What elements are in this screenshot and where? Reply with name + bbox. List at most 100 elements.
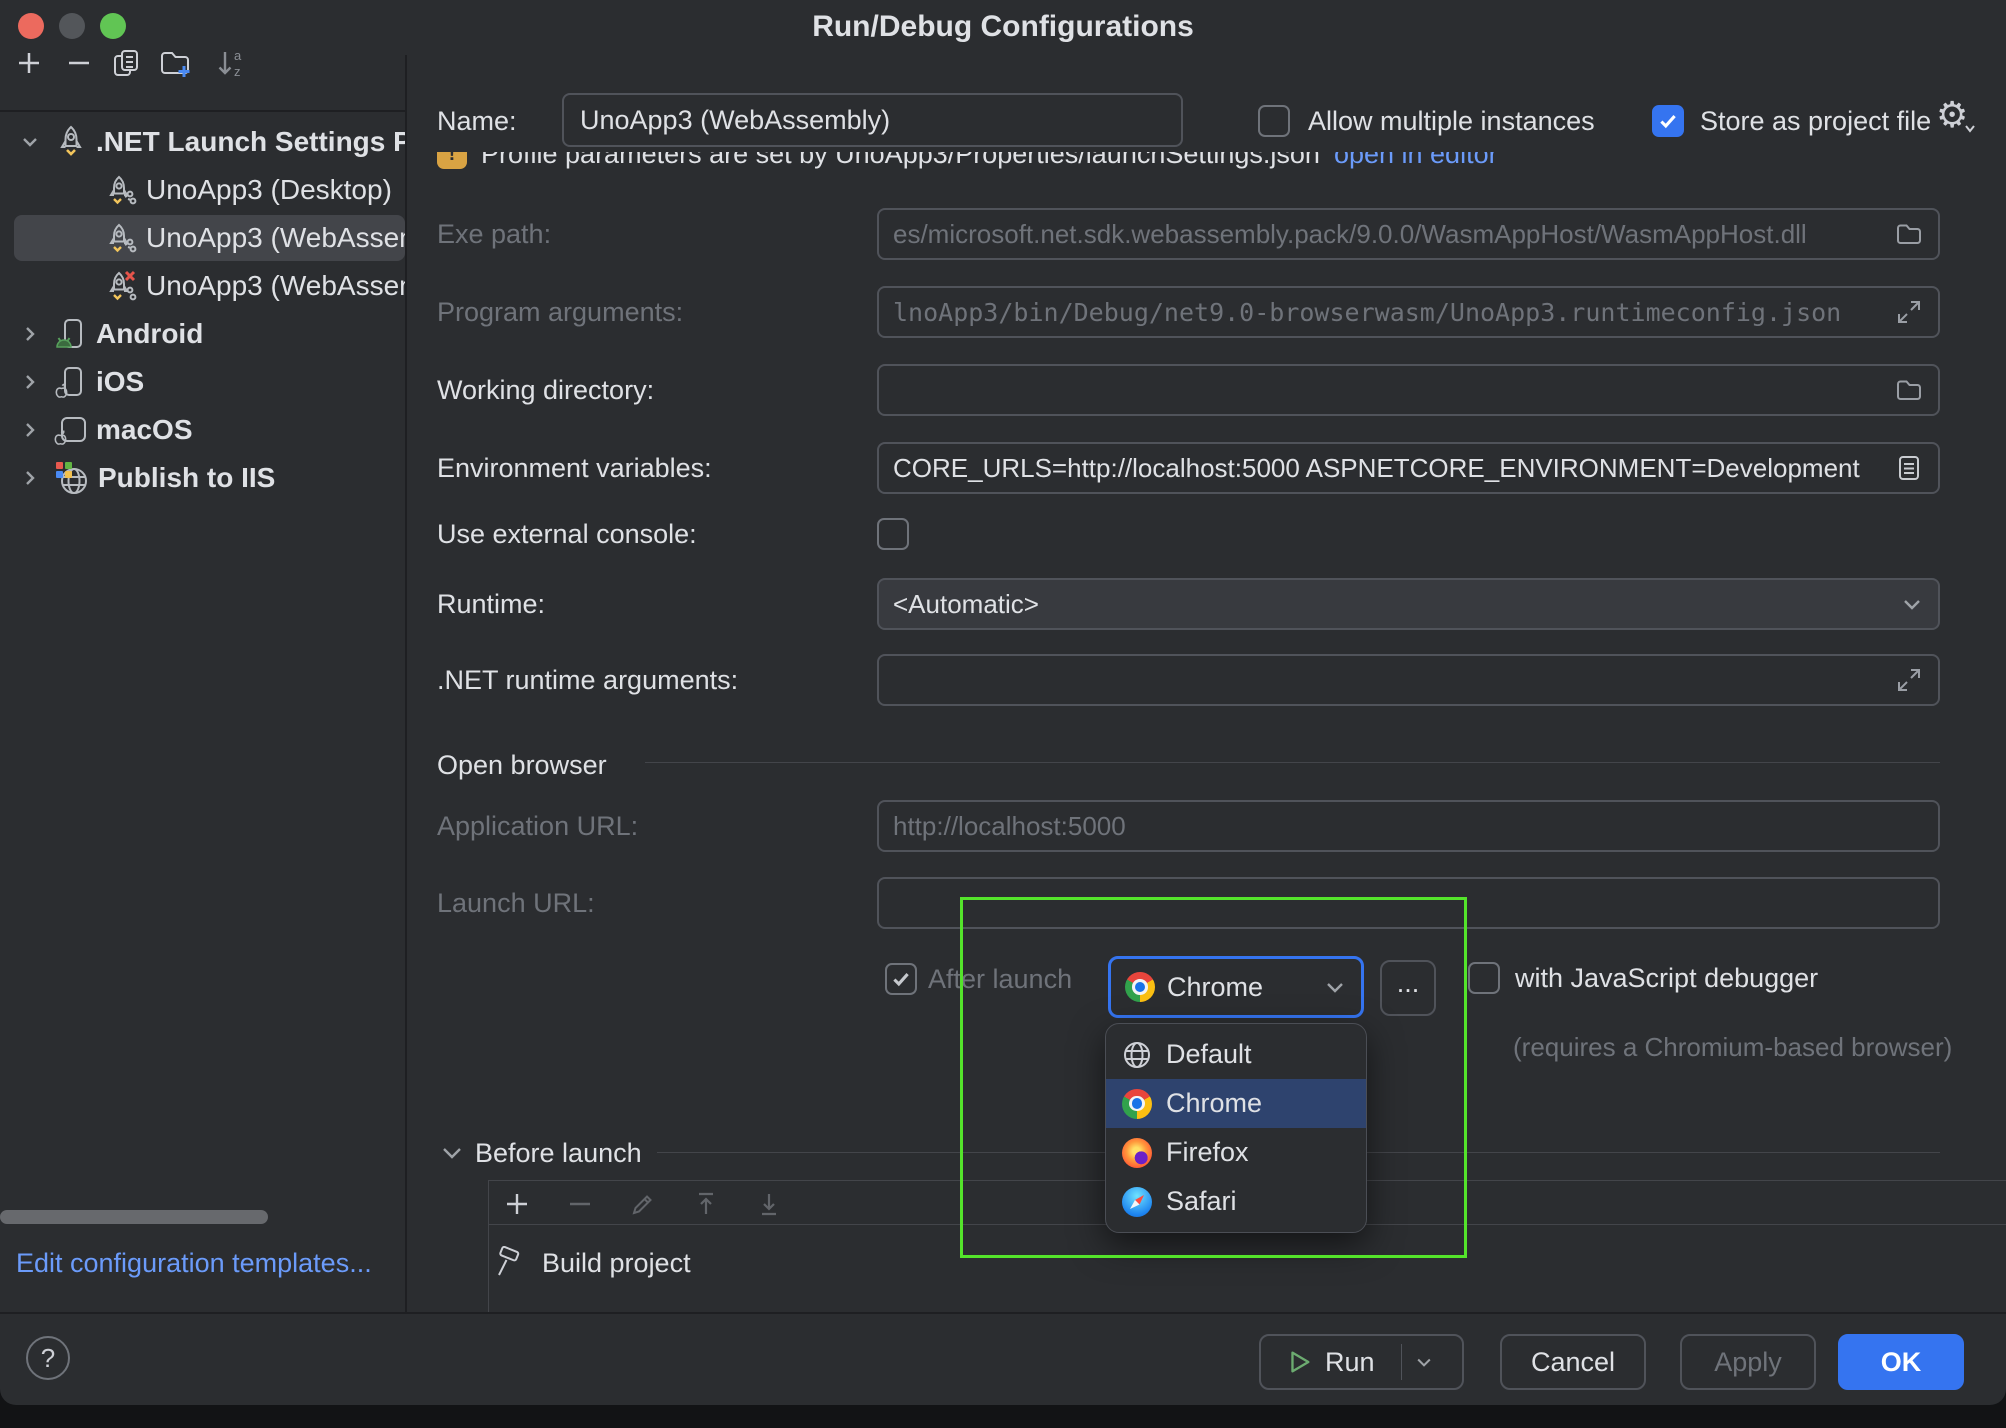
- environment-variables-value: CORE_URLS=http://localhost:5000 ASPNETCO…: [893, 453, 1884, 484]
- sort-configurations-button[interactable]: az: [214, 46, 248, 80]
- tree-item-label: .NET Launch Settings Profiles: [96, 126, 405, 158]
- tree-item-label: UnoApp3 (Desktop): [146, 174, 392, 206]
- ok-button-label: OK: [1881, 1347, 1922, 1378]
- net-runtime-arguments-label: .NET runtime arguments:: [437, 663, 738, 697]
- chevron-right-icon: [20, 324, 40, 344]
- program-arguments-label: Program arguments:: [437, 295, 683, 329]
- sidebar-item-unoapp3-webassembly-invalid[interactable]: UnoApp3 (WebAssembly): [0, 262, 405, 310]
- net-runtime-arguments-field[interactable]: [877, 654, 1940, 706]
- edit-task-button[interactable]: [626, 1187, 660, 1221]
- remove-configuration-button[interactable]: [62, 46, 96, 80]
- launch-settings-warning-banner: ! Profile parameters are set by UnoApp3/…: [437, 152, 1567, 185]
- run-button-label: Run: [1325, 1347, 1375, 1378]
- tree-item-label: Android: [96, 318, 203, 350]
- use-external-console-checkbox[interactable]: [877, 518, 909, 550]
- add-configuration-button[interactable]: [12, 46, 46, 80]
- program-arguments-field: lnoApp3/bin/Debug/net9.0-browserwasm/Uno…: [877, 286, 1940, 338]
- launch-url-label: Launch URL:: [437, 886, 595, 920]
- sidebar-divider: [405, 55, 407, 1312]
- cancel-button[interactable]: Cancel: [1500, 1334, 1646, 1390]
- chevron-down-icon: [20, 132, 40, 152]
- apply-button[interactable]: Apply: [1680, 1334, 1816, 1390]
- macos-icon: [54, 413, 88, 447]
- ok-button[interactable]: OK: [1838, 1334, 1964, 1390]
- expand-icon[interactable]: [1894, 665, 1924, 695]
- remove-task-button[interactable]: [563, 1187, 597, 1221]
- move-down-icon: [754, 1189, 784, 1219]
- list-icon[interactable]: [1894, 453, 1924, 483]
- sidebar-item-android[interactable]: Android: [0, 310, 405, 358]
- warning-icon: !: [437, 152, 467, 169]
- use-external-console-label: Use external console:: [437, 517, 697, 551]
- sidebar-toolbar-divider: [0, 110, 405, 112]
- copy-configuration-button[interactable]: [110, 46, 144, 80]
- tree-item-label: macOS: [96, 414, 193, 446]
- run-config-error-rocket-icon: [104, 269, 138, 303]
- working-directory-field[interactable]: [877, 364, 1940, 416]
- allow-multiple-instances-label: Allow multiple instances: [1308, 104, 1595, 138]
- play-icon: [1285, 1348, 1313, 1376]
- runtime-value: <Automatic>: [893, 589, 1890, 620]
- svg-text:z: z: [234, 64, 241, 79]
- store-settings-gear-button[interactable]: ⚙: [1936, 98, 1968, 134]
- help-button[interactable]: ?: [26, 1336, 70, 1380]
- exe-path-label: Exe path:: [437, 217, 551, 251]
- sidebar-item-publish-to-iis[interactable]: Publish to IIS: [0, 454, 405, 502]
- after-launch-checkbox[interactable]: [885, 963, 917, 995]
- add-icon: [502, 1189, 532, 1219]
- ios-icon: [54, 365, 88, 399]
- sidebar-item-unoapp3-webassembly[interactable]: UnoApp3 (WebAssembly): [0, 214, 405, 262]
- chevron-right-icon: [20, 372, 40, 392]
- program-arguments-value: lnoApp3/bin/Debug/net9.0-browserwasm/Uno…: [893, 298, 1884, 327]
- with-js-debugger-checkbox[interactable]: [1468, 962, 1500, 994]
- folder-icon[interactable]: [1894, 375, 1924, 405]
- name-input[interactable]: [562, 93, 1183, 147]
- expand-icon[interactable]: [1894, 297, 1924, 327]
- exe-path-value: es/microsoft.net.sdk.webassembly.pack/9.…: [893, 219, 1884, 250]
- move-task-up-button[interactable]: [689, 1187, 723, 1221]
- application-url-label: Application URL:: [437, 809, 638, 843]
- task-label: Build project: [542, 1246, 691, 1280]
- chevron-right-icon: [20, 420, 40, 440]
- before-launch-task-row[interactable]: Build project: [492, 1246, 691, 1280]
- run-split-button[interactable]: Run: [1259, 1334, 1464, 1390]
- sidebar-item-macos[interactable]: macOS: [0, 406, 405, 454]
- add-task-button[interactable]: [500, 1187, 534, 1221]
- sidebar-item-net-launch-settings[interactable]: .NET Launch Settings Profiles: [0, 118, 405, 166]
- allow-multiple-instances-checkbox[interactable]: [1258, 105, 1290, 137]
- chevron-down-icon: [1964, 124, 1976, 134]
- application-url-value: http://localhost:5000: [893, 811, 1924, 842]
- edit-configuration-templates-link[interactable]: Edit configuration templates...: [16, 1248, 372, 1279]
- run-button-divider: [1401, 1344, 1402, 1380]
- open-in-editor-link[interactable]: open in editor: [1334, 152, 1498, 170]
- check-icon: [1657, 110, 1679, 132]
- iis-globe-icon: [54, 460, 90, 496]
- edit-icon: [628, 1189, 658, 1219]
- warning-text: Profile parameters are set by UnoApp3/Pr…: [481, 152, 1320, 171]
- application-url-field: http://localhost:5000: [877, 800, 1940, 852]
- chevron-down-icon: [441, 1146, 463, 1160]
- move-task-down-button[interactable]: [752, 1187, 786, 1221]
- svg-text:a: a: [234, 48, 242, 63]
- check-icon: [890, 968, 912, 990]
- store-as-project-file-checkbox[interactable]: [1652, 105, 1684, 137]
- runtime-select[interactable]: <Automatic>: [877, 578, 1940, 630]
- android-icon: [54, 317, 88, 351]
- before-launch-section-title: Before launch: [475, 1136, 642, 1170]
- footer-divider: [0, 1312, 2006, 1314]
- sidebar-horizontal-scrollbar[interactable]: [0, 1210, 268, 1224]
- tree-item-label: iOS: [96, 366, 144, 398]
- copy-icon: [111, 47, 143, 79]
- js-debugger-note: (requires a Chromium-based browser): [1513, 1030, 1952, 1064]
- environment-variables-field[interactable]: CORE_URLS=http://localhost:5000 ASPNETCO…: [877, 442, 1940, 494]
- new-folder-button[interactable]: [158, 46, 192, 80]
- rocket-icon: [54, 125, 88, 159]
- sidebar-item-ios[interactable]: iOS: [0, 358, 405, 406]
- new-folder-icon: [158, 46, 192, 80]
- run-config-rocket-icon: [104, 173, 138, 207]
- run-debug-configurations-dialog: Run/Debug Configurations az .NET Launch …: [0, 0, 2006, 1405]
- folder-icon[interactable]: [1894, 219, 1924, 249]
- dialog-title: Run/Debug Configurations: [0, 10, 2006, 44]
- runtime-label: Runtime:: [437, 587, 545, 621]
- sidebar-item-unoapp3-desktop[interactable]: UnoApp3 (Desktop): [0, 166, 405, 214]
